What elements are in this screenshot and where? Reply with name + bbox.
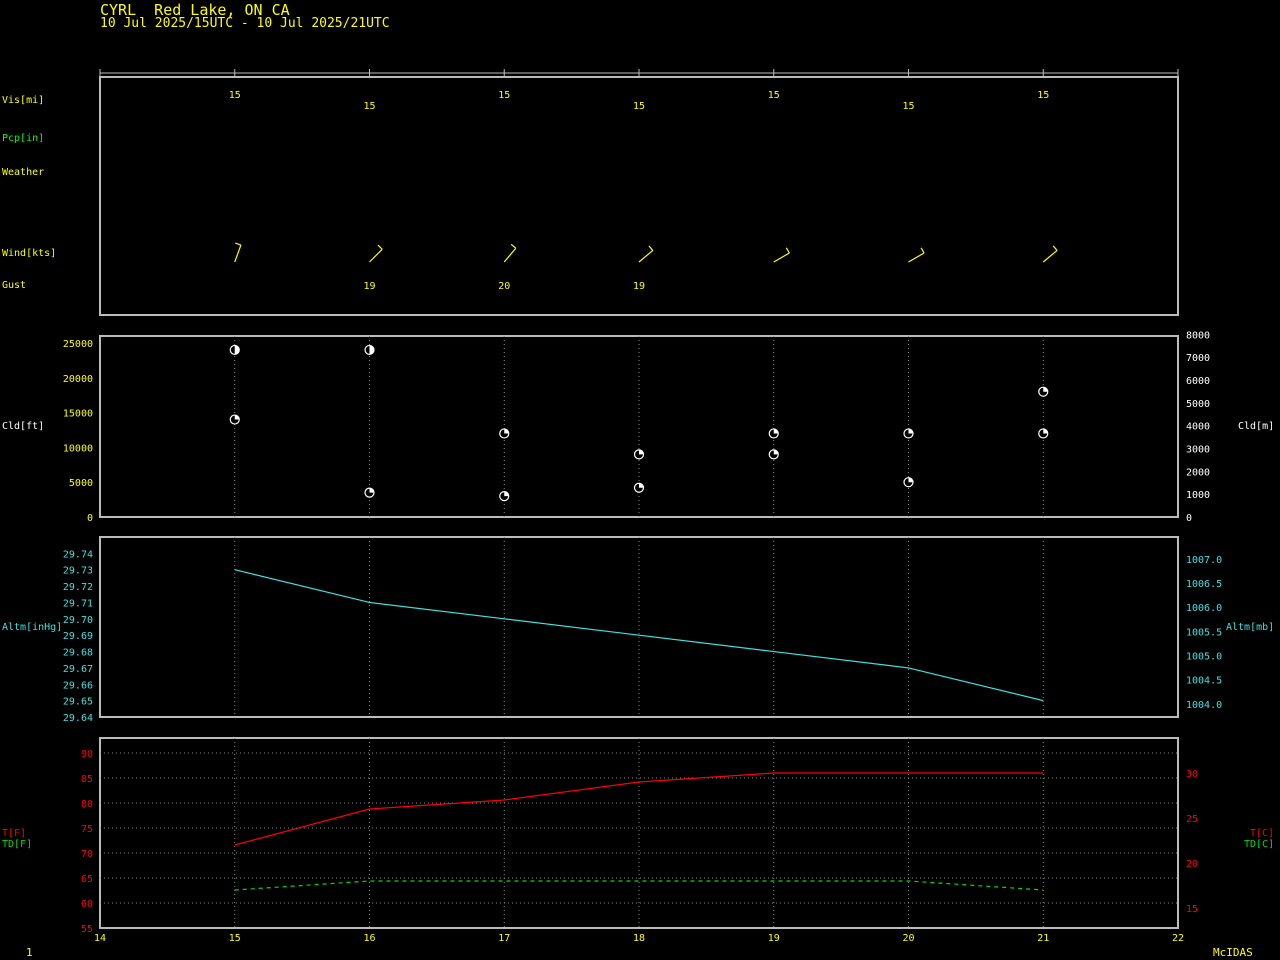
wind-barb-staff [1042,249,1058,263]
temp-ytick-f: 65 [81,874,93,885]
cloud-marker-fill [1043,387,1048,392]
altimeter-ytick-mb: 1006.0 [1186,603,1222,614]
cloud-marker-fill [908,428,913,434]
wind-barb-flag [648,245,654,251]
cloud-marker-fill [908,477,913,483]
gust-value: 20 [498,281,510,292]
gust-value: 19 [363,281,375,292]
x-tick-hour: 14 [94,933,106,944]
cloud-marker-fill [773,428,779,434]
cloud-ytick-ft: 0 [87,513,93,524]
cloud-marker-fill [639,483,644,488]
altimeter-ytick-inhg: 29.67 [63,664,93,675]
gust-value: 19 [633,281,645,292]
altimeter-ytick-inhg: 29.70 [63,615,93,626]
altimeter-ytick-inhg: 29.73 [63,566,93,577]
temp-ytick-f: 55 [81,924,93,935]
meteogram-plot: 1515151515151519 20 1905000100001500020000… [63,69,1222,944]
cloud-ytick-m: 8000 [1186,330,1210,341]
temp-ytick-c: 25 [1186,814,1198,825]
vis-value: 15 [498,90,510,101]
cloud-marker-fill [369,488,374,493]
vis-value: 15 [633,101,645,112]
altimeter-ytick-mb: 1005.5 [1186,627,1222,638]
wind-barb-staff [908,252,925,263]
wind-barb-staff [638,249,654,263]
cloud-ytick-m: 3000 [1186,444,1210,455]
altimeter-ytick-inhg: 29.68 [63,648,93,659]
cloud-ytick-ft: 5000 [69,478,93,489]
x-tick-hour: 18 [633,933,645,944]
vis-value: 15 [1037,90,1049,101]
vis-value: 15 [768,90,780,101]
altimeter-ytick-inhg: 29.71 [63,598,93,609]
cloud-ytick-ft: 10000 [63,443,93,454]
cloud-ytick-m: 1000 [1186,490,1210,501]
cloud-ytick-m: 2000 [1186,467,1210,478]
x-tick-hour: 16 [363,933,375,944]
wind-barb-staff [369,248,383,263]
wind-barb-flag [920,247,925,254]
altimeter-ytick-inhg: 29.72 [63,582,93,593]
wind-barb-flag [377,244,383,250]
vis-value: 15 [363,101,375,112]
cloud-ytick-m: 5000 [1186,399,1210,410]
x-tick-hour: 15 [229,933,241,944]
altimeter-ytick-inhg: 29.66 [63,680,93,691]
altimeter-ytick-mb: 1004.5 [1186,676,1222,687]
mcidas-brand: McIDAS [1213,946,1253,959]
temp-ytick-f: 75 [81,824,93,835]
vis-value: 15 [902,101,914,112]
temp-ytick-f: 60 [81,899,93,910]
wind-barb-flag [235,242,242,246]
temp-ytick-c: 30 [1186,769,1198,780]
altimeter-ytick-inhg: 29.69 [63,631,93,642]
cloud-marker-fill [1043,428,1048,434]
altimeter-ytick-inhg: 29.65 [63,697,93,708]
wind-barb-staff [503,247,517,263]
temp-ytick-f: 80 [81,799,93,810]
wind-barb-flag [785,247,790,254]
page-number: 1 [26,946,33,959]
temp-ytick-f: 85 [81,774,93,785]
altimeter-ytick-mb: 1007.0 [1186,555,1222,566]
cloud-marker-fill [504,428,509,434]
altimeter-ytick-inhg: 29.64 [63,713,93,724]
x-tick-hour: 20 [902,933,914,944]
temp-ytick-c: 20 [1186,859,1198,870]
cloud-ytick-ft: 25000 [63,339,93,350]
cloud-marker-fill [639,449,644,455]
cloud-ytick-m: 7000 [1186,353,1210,364]
cloud-ytick-m: 4000 [1186,422,1210,433]
wind-barb-staff [234,244,242,263]
temp-ytick-f: 70 [81,849,93,860]
wind-barb-flag [1052,245,1058,251]
cloud-marker-fill [773,449,779,455]
altimeter-ytick-mb: 1005.0 [1186,651,1222,662]
cloud-ytick-m: 0 [1186,513,1192,524]
temp-ytick-f: 90 [81,749,93,760]
temp-ytick-c: 15 [1186,904,1198,915]
cloud-marker-fill [504,491,509,497]
cloud-marker-fill [234,415,240,420]
x-tick-hour: 21 [1037,933,1049,944]
altimeter-ytick-mb: 1006.5 [1186,579,1222,590]
x-tick-hour: 19 [768,933,780,944]
altimeter-ytick-mb: 1004.0 [1186,700,1222,711]
x-tick-hour: 17 [498,933,510,944]
wind-barb-staff [773,252,790,263]
x-tick-hour: 22 [1172,933,1184,944]
cloud-ytick-ft: 15000 [63,409,93,420]
altimeter-ytick-inhg: 29.74 [63,549,93,560]
vis-value: 15 [229,90,241,101]
obs-panel-frame [99,76,1179,316]
cloud-ytick-m: 6000 [1186,376,1210,387]
cloud-ytick-ft: 20000 [63,374,93,385]
wind-barb-flag [510,243,517,249]
